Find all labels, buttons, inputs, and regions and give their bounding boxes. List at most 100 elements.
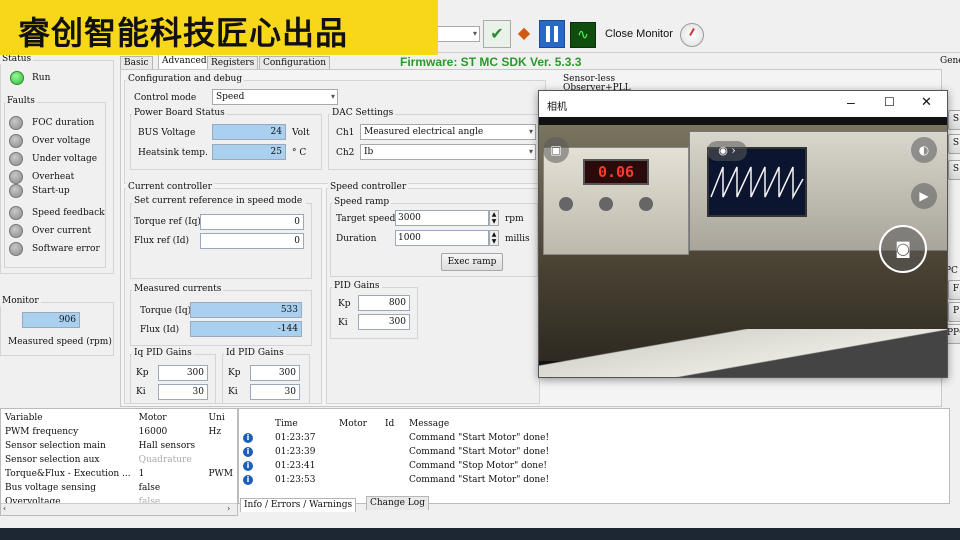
var-value: Quadrature bbox=[138, 455, 192, 465]
table-row[interactable]: Sensor selection main Hall sensors bbox=[1, 439, 237, 453]
target-speed-stepper[interactable]: ▲ ▼ bbox=[489, 210, 499, 226]
maximize-icon[interactable]: ☐ bbox=[884, 95, 895, 109]
video-mode-icon[interactable]: ▶ bbox=[911, 183, 937, 209]
tab-info-errors[interactable]: Info / Errors / Warnings bbox=[240, 498, 357, 512]
flux-value: -144 bbox=[190, 321, 302, 337]
id-kp-input[interactable]: 300 bbox=[250, 365, 300, 381]
watermark-banner: 睿创智能科技匠心出品 bbox=[0, 0, 438, 55]
fault-label: Under voltage bbox=[32, 154, 98, 164]
log-id bbox=[381, 473, 405, 487]
log-motor bbox=[335, 473, 381, 487]
camera-switch-icon[interactable]: ◉ › bbox=[707, 141, 747, 161]
torque-ref-input[interactable]: 0 bbox=[200, 214, 304, 230]
gallery-icon[interactable]: ▣ bbox=[543, 137, 569, 163]
faults-title: Faults bbox=[5, 96, 37, 106]
status-title: Status bbox=[0, 54, 34, 64]
fault-label: Overheat bbox=[32, 172, 75, 182]
var-unit bbox=[204, 481, 237, 495]
duration-unit: millis bbox=[505, 234, 530, 244]
right-edge-button[interactable]: S bbox=[948, 110, 960, 130]
var-name: Bus voltage sensing bbox=[5, 483, 96, 493]
connect-icon[interactable]: ✔ bbox=[483, 20, 511, 48]
scroll-left-icon[interactable]: ‹ bbox=[3, 504, 6, 513]
table-row[interactable]: Sensor selection aux Quadrature bbox=[1, 453, 237, 467]
right-edge-button[interactable]: PPC bbox=[946, 324, 960, 344]
flux-ref-label: Flux ref (Id) bbox=[134, 236, 190, 246]
var-value: 1 bbox=[138, 469, 145, 479]
target-speed-input[interactable]: 3000 bbox=[395, 210, 489, 226]
log-time: 01:23:53 bbox=[275, 475, 316, 485]
control-mode-select[interactable]: Speed ▾ bbox=[212, 89, 338, 105]
log-row[interactable]: i 01:23:53 Command "Start Motor" done! bbox=[239, 473, 553, 487]
exec-ramp-button[interactable]: Exec ramp bbox=[441, 253, 503, 271]
fault-label: Over current bbox=[32, 226, 92, 236]
fault-led-icon bbox=[9, 224, 23, 238]
general-label: Gene bbox=[940, 56, 960, 66]
tab-registers[interactable]: Registers bbox=[207, 56, 259, 70]
log-header: Motor bbox=[339, 419, 367, 429]
right-edge-button[interactable]: S bbox=[948, 134, 960, 154]
minimize-icon[interactable]: – bbox=[847, 94, 855, 110]
horizontal-scrollbar[interactable]: ‹ › bbox=[1, 503, 237, 515]
measured-currents-group bbox=[130, 290, 312, 346]
right-edge-button[interactable]: S bbox=[948, 160, 960, 180]
measured-currents-title: Measured currents bbox=[132, 284, 224, 294]
fault-label: FOC duration bbox=[32, 118, 95, 128]
photo-mode-icon[interactable]: ◐ bbox=[911, 137, 937, 163]
table-row[interactable]: Torque&Flux - Execution ... 1 PWM bbox=[1, 467, 237, 481]
log-row[interactable]: i 01:23:37 Command "Start Motor" done! bbox=[239, 431, 553, 445]
tab-advanced[interactable]: Advanced bbox=[158, 54, 211, 70]
ch2-select[interactable]: Ib ▾ bbox=[360, 144, 536, 160]
log-row[interactable]: i 01:23:39 Command "Start Motor" done! bbox=[239, 445, 553, 459]
iq-kp-input[interactable]: 300 bbox=[158, 365, 208, 381]
table-row[interactable]: Bus voltage sensing false bbox=[1, 481, 237, 495]
target-speed-label: Target speed bbox=[336, 214, 396, 224]
info-icon: i bbox=[243, 475, 253, 485]
ch1-select[interactable]: Measured electrical angle ▾ bbox=[360, 124, 536, 140]
run-led-icon bbox=[10, 71, 24, 85]
tab-basic[interactable]: Basic bbox=[120, 56, 153, 70]
power-board-group bbox=[130, 114, 322, 170]
scroll-right-icon[interactable]: › bbox=[227, 504, 230, 513]
target-speed-unit: rpm bbox=[505, 214, 524, 224]
duration-input[interactable]: 1000 bbox=[395, 230, 489, 246]
fault-led-icon bbox=[9, 152, 23, 166]
right-edge-button[interactable]: F bbox=[948, 280, 960, 300]
log-time: 01:23:41 bbox=[275, 461, 316, 471]
speed-ki-input[interactable]: 300 bbox=[358, 314, 410, 330]
tab-configuration[interactable]: Configuration bbox=[259, 56, 331, 70]
monitor-chart-icon[interactable]: ∿ bbox=[570, 22, 596, 48]
monitor-panel bbox=[0, 302, 114, 356]
iq-pid-title: Iq PID Gains bbox=[132, 348, 194, 358]
info-icon: i bbox=[243, 461, 253, 471]
ch2-value: Ib bbox=[364, 147, 374, 157]
camera-window[interactable]: 相机 – ☐ ✕ 0.06 ▣ ◉ › ◐ ▶ ◙ bbox=[538, 90, 948, 378]
speed-controller-title: Speed controller bbox=[328, 182, 409, 192]
knob-icon bbox=[559, 197, 573, 211]
right-edge-button[interactable]: P bbox=[948, 302, 960, 322]
meter-reading: 0.06 bbox=[597, 163, 635, 181]
duration-label: Duration bbox=[336, 234, 377, 244]
info-icon: i bbox=[243, 447, 253, 457]
log-row[interactable]: i 01:23:41 Command "Stop Motor" done! bbox=[239, 459, 553, 473]
close-icon[interactable]: ✕ bbox=[921, 94, 932, 110]
iq-kp-label: Kp bbox=[136, 368, 149, 378]
camera-shutter-icon[interactable]: ◙ bbox=[879, 225, 927, 273]
log-header: Id bbox=[385, 419, 395, 429]
variables-panel: Variable Motor Uni PWM frequency 16000 Hz Se… bbox=[0, 408, 238, 516]
upload-icon[interactable]: ◆ bbox=[513, 22, 535, 44]
speed-kp-label: Kp bbox=[338, 299, 351, 309]
iq-ki-label: Ki bbox=[136, 387, 146, 397]
log-message: Command "Start Motor" done! bbox=[409, 475, 550, 485]
table-row[interactable]: PWM frequency 16000 Hz bbox=[1, 425, 237, 439]
duration-stepper[interactable]: ▲ ▼ bbox=[489, 230, 499, 246]
log-time: 01:23:39 bbox=[275, 447, 316, 457]
tab-change-log[interactable]: Change Log bbox=[366, 496, 429, 510]
id-ki-input[interactable]: 30 bbox=[250, 384, 300, 400]
id-ki-label: Ki bbox=[228, 387, 238, 397]
iq-ki-input[interactable]: 30 bbox=[158, 384, 208, 400]
flux-ref-input[interactable]: 0 bbox=[200, 233, 304, 249]
speed-kp-input[interactable]: 800 bbox=[358, 295, 410, 311]
torque-value: 533 bbox=[190, 302, 302, 318]
pause-icon[interactable] bbox=[539, 20, 565, 48]
